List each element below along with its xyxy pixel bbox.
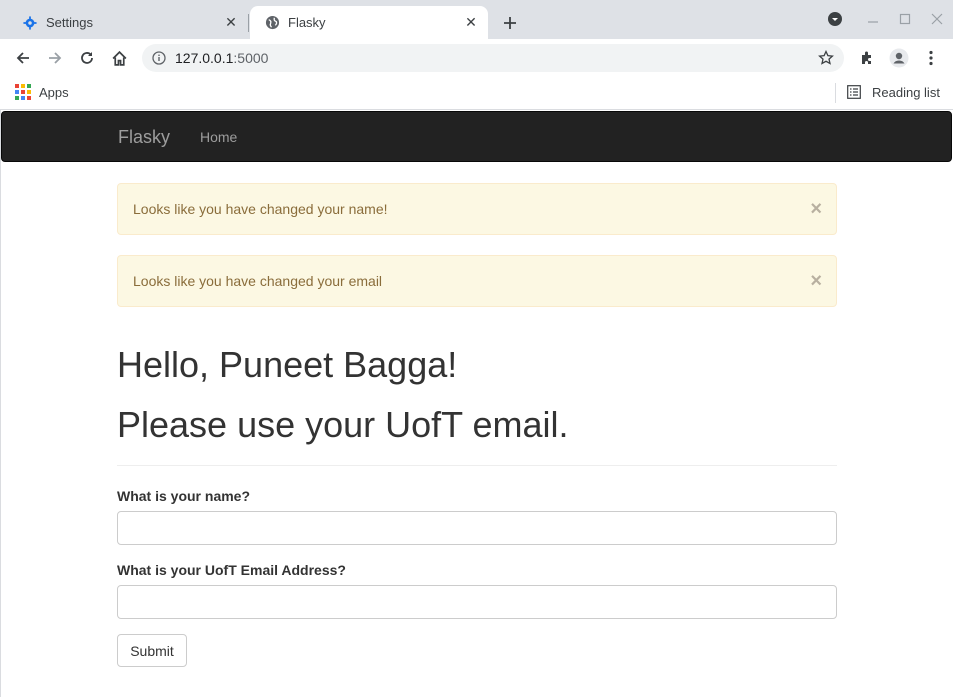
reading-list-icon: [846, 84, 862, 100]
tab-title: Flasky: [288, 15, 326, 30]
submit-button[interactable]: Submit: [117, 634, 187, 667]
back-icon[interactable]: [12, 47, 34, 69]
tab-divider: [248, 14, 249, 32]
profile-avatar-icon[interactable]: [888, 47, 910, 69]
minimize-icon[interactable]: [862, 8, 884, 30]
greeting-heading: Hello, Puneet Bagga!: [117, 344, 458, 385]
forward-icon[interactable]: [44, 47, 66, 69]
close-window-icon[interactable]: [926, 8, 948, 30]
name-input[interactable]: [117, 511, 837, 545]
browser-toolbar: 127.0.0.1:5000: [0, 39, 953, 77]
site-navbar: Flasky Home: [1, 111, 952, 162]
tab-search-icon[interactable]: [824, 8, 846, 30]
new-tab-button[interactable]: [498, 11, 522, 35]
extensions-icon[interactable]: [856, 47, 878, 69]
close-icon[interactable]: ✕: [222, 14, 240, 32]
bookmarks-bar: Apps Reading list: [0, 77, 953, 110]
tab-strip: Settings ✕ Flasky ✕: [0, 0, 953, 39]
tab-flasky[interactable]: Flasky ✕: [250, 6, 488, 39]
globe-icon: [264, 15, 280, 31]
alert-close-button[interactable]: ×: [810, 271, 822, 291]
tab-title: Settings: [46, 15, 93, 30]
flash-alert-name: Looks like you have changed your name! ×: [117, 183, 837, 235]
reload-icon[interactable]: [76, 47, 98, 69]
reading-list-label: Reading list: [872, 84, 940, 100]
menu-kebab-icon[interactable]: [920, 47, 942, 69]
apps-bookmark[interactable]: Apps: [15, 84, 69, 100]
bookmarks-divider: [835, 83, 836, 103]
name-label: What is your name?: [117, 488, 251, 504]
info-icon[interactable]: [151, 50, 167, 66]
close-icon[interactable]: ✕: [462, 14, 480, 32]
navbar-brand[interactable]: Flasky: [118, 127, 170, 148]
url-port: :5000: [233, 50, 269, 66]
alert-message: Looks like you have changed your email: [133, 273, 383, 289]
email-input[interactable]: [117, 585, 837, 619]
maximize-icon[interactable]: [894, 8, 916, 30]
page-edge: [0, 110, 1, 697]
apps-grid-icon: [15, 84, 31, 100]
tab-settings[interactable]: Settings ✕: [8, 6, 248, 39]
nav-link-home[interactable]: Home: [200, 129, 237, 145]
email-label: What is your UofT Email Address?: [117, 562, 346, 578]
url-text: 127.0.0.1:5000: [175, 50, 268, 66]
apps-label: Apps: [39, 84, 69, 100]
notice-heading: Please use your UofT email.: [117, 404, 569, 445]
home-icon[interactable]: [108, 47, 130, 69]
header-divider: [117, 465, 837, 466]
gear-icon: [22, 15, 38, 31]
reading-list-button[interactable]: Reading list: [846, 84, 940, 100]
address-bar[interactable]: 127.0.0.1:5000: [142, 44, 844, 72]
url-host: 127.0.0.1: [175, 50, 234, 66]
alert-close-button[interactable]: ×: [810, 199, 822, 219]
bookmark-star-icon[interactable]: [816, 48, 836, 68]
flash-alert-email: Looks like you have changed your email ×: [117, 255, 837, 307]
alert-message: Looks like you have changed your name!: [133, 201, 388, 217]
